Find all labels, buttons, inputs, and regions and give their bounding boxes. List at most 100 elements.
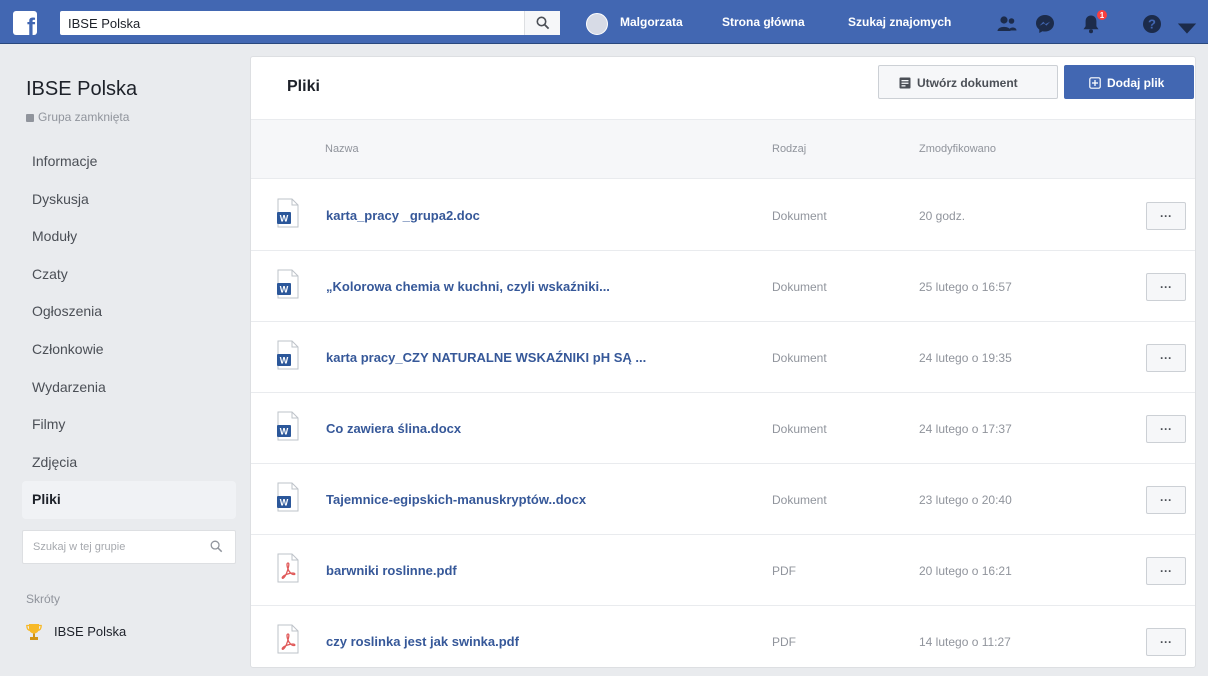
file-icon bbox=[277, 553, 299, 583]
facebook-f-icon[interactable]: f bbox=[13, 11, 37, 35]
file-name-link[interactable]: barwniki roslinne.pdf bbox=[326, 563, 457, 578]
more-options-button[interactable]: ··· bbox=[1146, 415, 1186, 443]
sidebar-item-pliki[interactable]: Pliki bbox=[22, 481, 236, 519]
file-name-link[interactable]: karta pracy_CZY NATURALNE WSKAŹNIKI pH S… bbox=[326, 350, 646, 365]
home-link[interactable]: Strona główna bbox=[722, 15, 805, 29]
avatar[interactable] bbox=[586, 13, 608, 35]
file-icon: W bbox=[277, 198, 299, 228]
table-row[interactable]: W Tajemnice-egipskich-manuskryptów..docx D… bbox=[251, 464, 1195, 535]
shortcuts-heading: Skróty bbox=[26, 592, 61, 606]
search-icon bbox=[536, 16, 550, 30]
messenger-icon[interactable] bbox=[1034, 13, 1056, 35]
file-modified: 24 lutego o 17:37 bbox=[919, 422, 1012, 436]
more-options-button[interactable]: ··· bbox=[1146, 202, 1186, 230]
more-options-button[interactable]: ··· bbox=[1146, 486, 1186, 514]
search-button[interactable] bbox=[524, 11, 560, 35]
pdf-document-icon bbox=[277, 553, 299, 583]
files-table-header: Nazwa Rodzaj Zmodyfikowano bbox=[251, 119, 1195, 179]
search-icon[interactable] bbox=[210, 540, 223, 553]
svg-text:?: ? bbox=[1148, 17, 1156, 32]
add-file-button[interactable]: Dodaj plik bbox=[1064, 65, 1194, 99]
group-privacy-label: Grupa zamknięta bbox=[38, 110, 130, 124]
table-row[interactable]: W „Kolorowa chemia w kuchni, czyli wskaźn… bbox=[251, 251, 1195, 322]
file-icon: W bbox=[277, 340, 299, 370]
file-modified: 23 lutego o 20:40 bbox=[919, 493, 1012, 507]
file-type: PDF bbox=[772, 564, 796, 578]
file-name-link[interactable]: czy roslinka jest jak swinka.pdf bbox=[326, 634, 519, 649]
file-name-link[interactable]: Tajemnice-egipskich-manuskryptów..docx bbox=[326, 492, 586, 507]
sidebar-item-zdjecia[interactable]: Zdjęcia bbox=[22, 444, 236, 482]
lock-icon bbox=[26, 113, 34, 122]
column-header-type[interactable]: Rodzaj bbox=[772, 143, 806, 155]
word-document-icon: W bbox=[277, 198, 299, 228]
more-options-button[interactable]: ··· bbox=[1146, 628, 1186, 656]
group-title[interactable]: IBSE Polska bbox=[26, 78, 137, 101]
group-privacy: Grupa zamknięta bbox=[26, 110, 129, 124]
column-header-name[interactable]: Nazwa bbox=[325, 143, 359, 155]
friends-icon[interactable] bbox=[996, 13, 1018, 35]
file-modified: 14 lutego o 11:27 bbox=[919, 635, 1011, 649]
file-icon: W bbox=[277, 482, 299, 512]
document-icon bbox=[899, 77, 911, 89]
global-search bbox=[60, 11, 560, 35]
trophy-icon bbox=[26, 624, 42, 640]
file-modified: 24 lutego o 19:35 bbox=[919, 351, 1012, 365]
sidebar-item-moduly[interactable]: Moduły bbox=[22, 218, 236, 256]
file-icon: W bbox=[277, 269, 299, 299]
global-search-input[interactable] bbox=[60, 11, 520, 35]
table-row[interactable]: czy roslinka jest jak swinka.pdf PDF 14 lu… bbox=[251, 606, 1195, 676]
word-document-icon: W bbox=[277, 340, 299, 370]
create-document-button[interactable]: Utwórz dokument bbox=[878, 65, 1058, 99]
word-document-icon: W bbox=[277, 482, 299, 512]
find-friends-link[interactable]: Szukaj znajomych bbox=[848, 15, 951, 29]
sidebar-item-czaty[interactable]: Czaty bbox=[22, 256, 236, 294]
more-options-button[interactable]: ··· bbox=[1146, 273, 1186, 301]
page-title: Pliki bbox=[287, 78, 320, 95]
sidebar-item-informacje[interactable]: Informacje bbox=[22, 143, 236, 181]
profile-link[interactable]: Malgorzata bbox=[620, 15, 683, 29]
file-type: Dokument bbox=[772, 209, 827, 223]
top-navigation-bar: f Malgorzata Strona główna Szukaj znajom… bbox=[0, 0, 1208, 44]
file-name-link[interactable]: karta_pracy _grupa2.doc bbox=[326, 208, 480, 223]
file-type: Dokument bbox=[772, 493, 827, 507]
sidebar-item-czlonkowie[interactable]: Członkowie bbox=[22, 331, 236, 369]
svg-text:W: W bbox=[280, 214, 289, 224]
table-row[interactable]: Wkarta_pracy _grupa2.doc Dokument 20 godz.… bbox=[251, 180, 1195, 251]
sidebar-menu: Informacje Dyskusja Moduły Czaty Ogłosze… bbox=[22, 143, 236, 519]
table-row[interactable]: W Co zawiera ślina.docx Dokument 24 lutego … bbox=[251, 393, 1195, 464]
file-name-link[interactable]: Co zawiera ślina.docx bbox=[326, 421, 461, 436]
more-options-button[interactable]: ··· bbox=[1146, 557, 1186, 585]
column-header-modified[interactable]: Zmodyfikowano bbox=[919, 143, 996, 155]
create-document-label: Utwórz dokument bbox=[917, 76, 1018, 90]
sidebar-item-wydarzenia[interactable]: Wydarzenia bbox=[22, 369, 236, 407]
word-document-icon: W bbox=[277, 411, 299, 441]
sidebar-item-ogloszenia[interactable]: Ogłoszenia bbox=[22, 293, 236, 331]
file-type: Dokument bbox=[772, 280, 827, 294]
files-panel: Pliki Utwórz dokument Dodaj plik Nazwa R… bbox=[250, 56, 1196, 668]
file-icon: W bbox=[277, 411, 299, 441]
file-name-link[interactable]: „Kolorowa chemia w kuchni, czyli wskaźni… bbox=[326, 279, 610, 294]
add-file-label: Dodaj plik bbox=[1107, 76, 1165, 90]
word-document-icon: W bbox=[277, 269, 299, 299]
file-modified: 20 godz. bbox=[919, 209, 966, 223]
table-row[interactable]: Wkarta pracy_CZY NATURALNE WSKAŹNIKI pH … bbox=[251, 322, 1195, 393]
help-icon[interactable]: ? bbox=[1141, 13, 1163, 35]
svg-text:W: W bbox=[280, 356, 289, 366]
file-type: PDF bbox=[772, 635, 796, 649]
shortcut-label: IBSE Polska bbox=[54, 624, 127, 639]
table-row[interactable]: barwniki roslinne.pdf PDF 20 lutego o 16:2… bbox=[251, 535, 1195, 606]
group-search-input[interactable] bbox=[23, 531, 203, 563]
sidebar-item-filmy[interactable]: Filmy bbox=[22, 406, 236, 444]
svg-text:W: W bbox=[280, 285, 289, 295]
file-modified: 25 lutego o 16:57 bbox=[919, 280, 1012, 294]
file-icon bbox=[277, 624, 299, 654]
more-options-button[interactable]: ··· bbox=[1146, 344, 1186, 372]
file-modified: 20 lutego o 16:21 bbox=[919, 564, 1012, 578]
notification-badge: 1 bbox=[1096, 9, 1108, 21]
caret-down-icon[interactable] bbox=[1176, 18, 1198, 40]
file-type: Dokument bbox=[772, 351, 827, 365]
group-search bbox=[22, 530, 236, 564]
file-type: Dokument bbox=[772, 422, 827, 436]
sidebar-item-dyskusja[interactable]: Dyskusja bbox=[22, 181, 236, 219]
add-file-icon bbox=[1089, 77, 1101, 89]
